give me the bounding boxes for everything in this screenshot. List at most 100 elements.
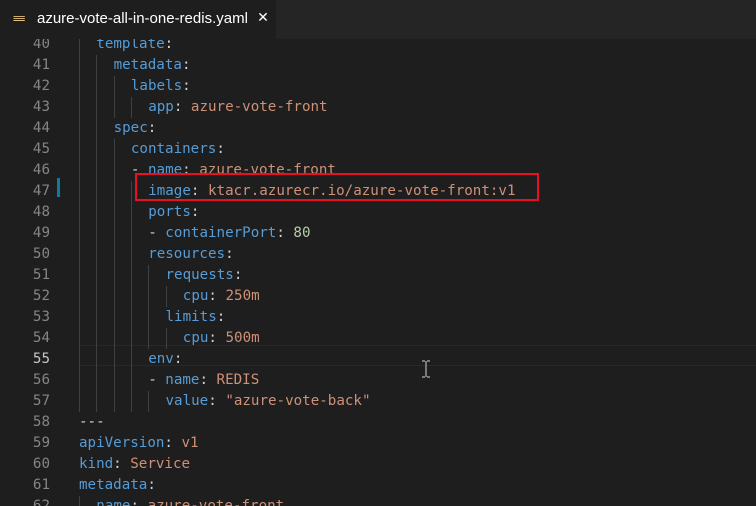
yaml-value: v1 (181, 435, 199, 451)
code-line: 43 app: azure-vote-front (0, 97, 756, 118)
code-text: limits: (166, 307, 226, 328)
punctuation: : (113, 456, 131, 472)
line-number: 59 (32, 435, 50, 451)
punctuation: : (208, 288, 226, 304)
code-text: apiVersion: v1 (79, 433, 199, 454)
code-text: env: (148, 349, 182, 370)
punctuation: : (182, 78, 191, 94)
yaml-key: metadata (113, 57, 182, 73)
punctuation: - (148, 372, 166, 388)
line-number: 61 (32, 477, 50, 493)
close-icon[interactable]: ✕ (255, 9, 271, 27)
code-line: 56 - name: REDIS (0, 370, 756, 391)
code-line: 45 containers: (0, 139, 756, 160)
yaml-key: containers (130, 141, 217, 157)
code-line: 49 - containerPort: 80 (0, 223, 756, 244)
yaml-key: apiVersion (79, 435, 165, 451)
text-cursor-icon (421, 360, 431, 378)
yaml-value: "azure-vote-back" (225, 393, 371, 409)
code-line: 50 resources: (0, 244, 756, 265)
punctuation: - (148, 225, 166, 241)
code-line: 62 name: azure-vote-front (0, 496, 756, 506)
code-text: template: (96, 39, 173, 55)
punctuation: --- (79, 414, 105, 430)
tab-editor-file[interactable]: ≡≡ azure-vote-all-in-one-redis.yaml ✕ (0, 0, 276, 39)
yaml-key: kind (79, 456, 114, 472)
code-line: 60 kind: Service (0, 454, 756, 475)
yaml-value: 500m (225, 330, 260, 346)
punctuation: : (147, 477, 156, 493)
code-line: 61 metadata: (0, 475, 756, 496)
yaml-key: requests (165, 267, 234, 283)
code-text: - name: REDIS (148, 370, 259, 391)
line-number: 43 (32, 99, 50, 115)
yaml-key: cpu (182, 330, 209, 346)
yaml-value: azure-vote-front (147, 498, 285, 506)
code-text: metadata: (79, 475, 156, 496)
line-number: 48 (32, 204, 50, 220)
code-line: 40 template: (0, 39, 756, 55)
yaml-key: name (165, 372, 200, 388)
tab-title: azure-vote-all-in-one-redis.yaml (37, 10, 248, 27)
line-number: 42 (32, 78, 50, 94)
yaml-value: azure-vote-front (190, 99, 328, 115)
code-text: labels: (131, 76, 191, 97)
punctuation: : (164, 435, 182, 451)
punctuation: : (216, 309, 226, 325)
punctuation: : (147, 120, 157, 136)
code-text: value: "azure-vote-back" (166, 391, 371, 412)
yaml-value: Service (130, 456, 191, 472)
tab-bar: ≡≡ azure-vote-all-in-one-redis.yaml ✕ (0, 0, 756, 39)
code-text: ports: (148, 202, 199, 223)
punctuation: : (208, 393, 226, 409)
punctuation: : (199, 372, 217, 388)
punctuation: : (216, 141, 225, 157)
code-text: kind: Service (79, 454, 190, 475)
code-line: 52 cpu: 250m (0, 286, 756, 307)
line-number: 62 (32, 498, 50, 506)
line-number: 46 (32, 162, 50, 178)
code-line: 51 requests: (0, 265, 756, 286)
yaml-key: env (148, 351, 174, 367)
line-number: 41 (32, 57, 50, 73)
code-line: 41 metadata: (0, 55, 756, 76)
code-text: --- (79, 412, 105, 433)
code-line: 48 ports: (0, 202, 756, 223)
code-text: - containerPort: 80 (148, 223, 310, 244)
punctuation: : (181, 57, 191, 73)
code-line: 59 apiVersion: v1 (0, 433, 756, 454)
code-text: requests: (166, 265, 243, 286)
line-number: 60 (32, 456, 50, 472)
code-line: 42 labels: (0, 76, 756, 97)
yaml-key: ports (148, 204, 191, 220)
punctuation: : (173, 99, 191, 115)
line-number: 52 (32, 288, 50, 304)
line-number: 44 (32, 120, 50, 136)
line-number: 55 (32, 351, 50, 367)
image-line-highlight-box (135, 173, 539, 201)
line-number: 45 (32, 141, 50, 157)
line-number: 54 (32, 330, 50, 346)
code-text: cpu: 500m (183, 328, 260, 349)
code-text: cpu: 250m (183, 286, 260, 307)
code-text: name: azure-vote-front (96, 496, 284, 506)
yaml-key: spec (113, 120, 148, 136)
yaml-key: cpu (182, 288, 209, 304)
line-number: 47 (32, 183, 50, 199)
code-text: metadata: (114, 55, 191, 76)
punctuation: : (190, 204, 200, 220)
punctuation: : (276, 225, 294, 241)
punctuation: : (233, 267, 243, 283)
yaml-key: value (165, 393, 209, 409)
code-line: 57 value: "azure-vote-back" (0, 391, 756, 412)
punctuation: : (164, 39, 174, 52)
yaml-key: app (148, 99, 174, 115)
code-editor[interactable]: 40 template: 41 metadata: 42 labels: 43 app: az… (0, 39, 756, 506)
code-line: 58 --- (0, 412, 756, 433)
code-line: 54 cpu: 500m (0, 328, 756, 349)
code-text: resources: (148, 244, 233, 265)
line-number: 49 (32, 225, 50, 241)
line-number: 56 (32, 372, 50, 388)
yaml-value: REDIS (216, 372, 260, 388)
yaml-value: 250m (225, 288, 260, 304)
